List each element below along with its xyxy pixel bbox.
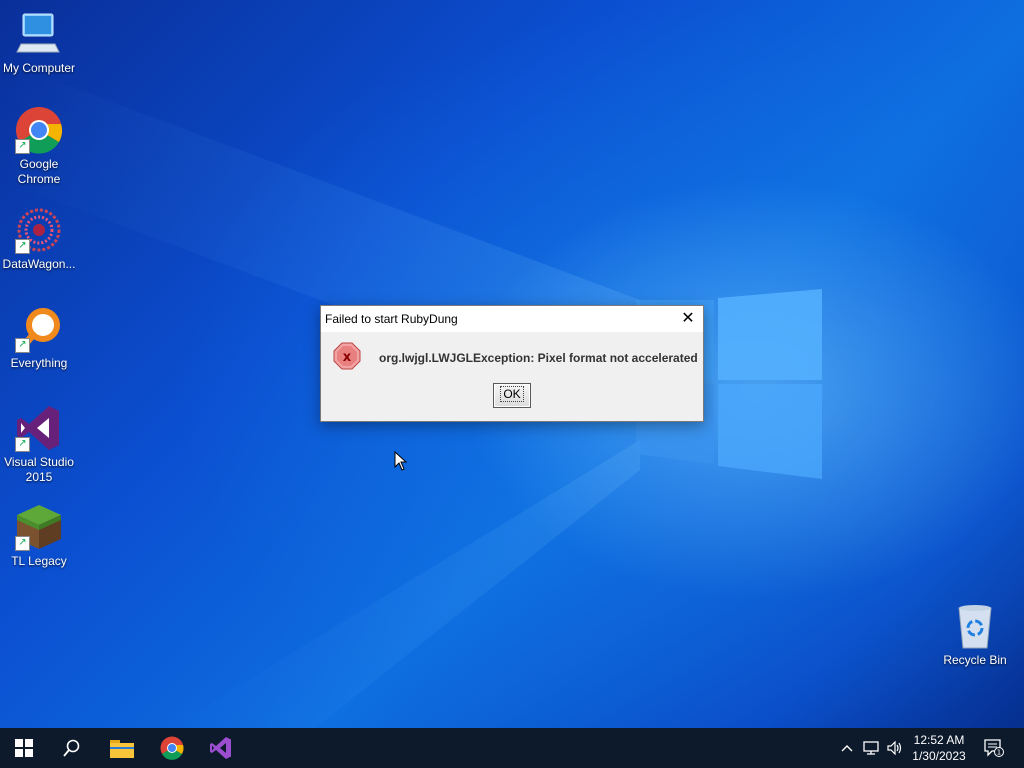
desktop-icon-google-chrome[interactable]: ↗ Google Chrome bbox=[0, 106, 78, 187]
start-button[interactable] bbox=[0, 728, 48, 768]
desktop-icon-label: TL Legacy bbox=[11, 554, 67, 568]
desktop-icon-label: Recycle Bin bbox=[943, 653, 1007, 667]
desktop-icon-everything[interactable]: ↗ Everything bbox=[0, 305, 78, 371]
mouse-cursor-icon bbox=[394, 451, 408, 471]
ok-button-label: OK bbox=[500, 386, 524, 402]
desktop-icon-tl-legacy[interactable]: ↗ TL Legacy bbox=[0, 503, 78, 569]
volume-button[interactable] bbox=[884, 728, 906, 768]
close-icon: ✕ bbox=[681, 310, 695, 327]
minecraft-grass-block-icon: ↗ bbox=[15, 503, 63, 551]
desktop-icon-my-computer[interactable]: My Computer bbox=[0, 10, 78, 76]
dialog-titlebar[interactable]: Failed to start RubyDung ✕ bbox=[321, 306, 703, 332]
error-icon: x bbox=[333, 342, 361, 370]
desktop-icon-label: Google Chrome bbox=[17, 157, 61, 186]
shortcut-arrow-icon: ↗ bbox=[15, 239, 30, 254]
search-icon bbox=[63, 739, 80, 757]
notification-icon: 1 bbox=[984, 739, 1004, 757]
desktop-icon-label: My Computer bbox=[2, 61, 76, 75]
volume-icon bbox=[887, 741, 902, 755]
search-button[interactable] bbox=[48, 728, 96, 768]
taskbar-file-explorer[interactable] bbox=[98, 728, 146, 768]
dialog-title: Failed to start RubyDung bbox=[325, 312, 458, 326]
everything-search-icon: ↗ bbox=[15, 305, 63, 353]
taskbar: 12:52 AM 1/30/2023 1 bbox=[0, 728, 1024, 768]
chrome-icon: ↗ bbox=[15, 106, 63, 154]
start-icon bbox=[15, 739, 33, 757]
desktop-icon-label: DataWagon... bbox=[2, 257, 76, 271]
desktop-icon-recycle-bin[interactable]: Recycle Bin bbox=[936, 602, 1014, 668]
action-center-button[interactable]: 1 bbox=[978, 728, 1010, 768]
recycle-bin-icon bbox=[951, 602, 999, 650]
clock-date: 1/30/2023 bbox=[912, 749, 966, 763]
network-icon bbox=[863, 741, 879, 755]
clock-time: 12:52 AM bbox=[913, 733, 965, 747]
taskbar-chrome[interactable] bbox=[148, 728, 196, 768]
visual-studio-icon: ↗ bbox=[15, 404, 63, 452]
clock[interactable]: 12:52 AM 1/30/2023 bbox=[906, 732, 972, 764]
desktop-icon-visual-studio[interactable]: ↗ Visual Studio 2015 bbox=[0, 404, 78, 485]
shortcut-arrow-icon: ↗ bbox=[15, 338, 30, 353]
desktop-icon-label: Visual Studio 2015 bbox=[4, 455, 74, 484]
svg-text:x: x bbox=[343, 350, 352, 365]
visual-studio-icon bbox=[210, 737, 231, 759]
computer-icon bbox=[15, 10, 63, 58]
ok-button[interactable]: OK bbox=[493, 383, 531, 408]
chrome-icon bbox=[160, 736, 184, 760]
shortcut-arrow-icon: ↗ bbox=[15, 437, 30, 452]
desktop-icon-datawagon[interactable]: ↗ DataWagon... bbox=[0, 206, 78, 272]
notification-count: 1 bbox=[997, 749, 1001, 757]
desktop-icon-label: Everything bbox=[10, 356, 68, 370]
datawagon-icon: ↗ bbox=[15, 206, 63, 254]
shortcut-arrow-icon: ↗ bbox=[15, 139, 30, 154]
file-explorer-icon bbox=[110, 740, 134, 758]
dialog-message: org.lwjgl.LWJGLException: Pixel format n… bbox=[379, 351, 698, 365]
close-button[interactable]: ✕ bbox=[673, 306, 703, 332]
error-dialog: Failed to start RubyDung ✕ x org.lwjgl.L… bbox=[320, 305, 704, 422]
desktop[interactable]: My Computer ↗ Google Chrome ↗ DataWagon.… bbox=[0, 0, 1024, 728]
shortcut-arrow-icon: ↗ bbox=[15, 536, 30, 551]
chevron-up-icon bbox=[841, 745, 853, 752]
show-hidden-icons-button[interactable] bbox=[838, 728, 856, 768]
network-button[interactable] bbox=[860, 728, 882, 768]
taskbar-visual-studio[interactable] bbox=[197, 728, 245, 768]
